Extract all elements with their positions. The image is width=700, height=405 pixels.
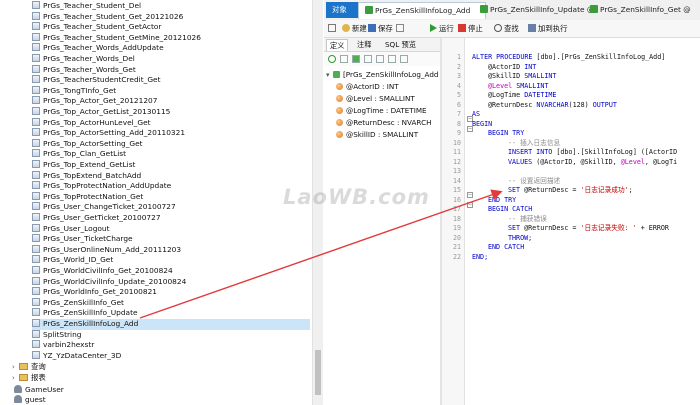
annotation-arrow — [139, 189, 503, 319]
